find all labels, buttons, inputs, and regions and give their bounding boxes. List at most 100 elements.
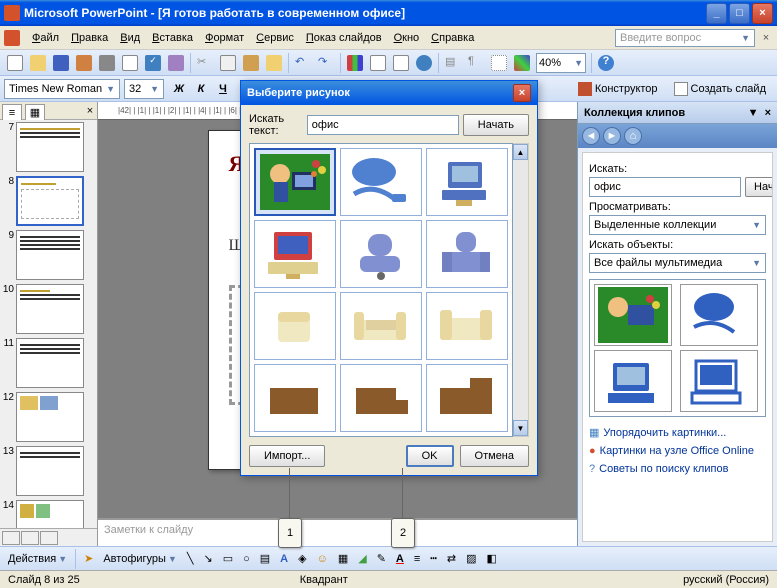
clip-item[interactable]: [254, 148, 336, 216]
cut-button[interactable]: ✂: [194, 52, 216, 74]
undo-button[interactable]: ↶: [292, 52, 314, 74]
zoom-input[interactable]: 40% ▼: [536, 53, 586, 73]
tables-borders-button[interactable]: [390, 52, 412, 74]
slide-list[interactable]: 7 8 9 10 11 12 13 14: [0, 120, 97, 528]
permission-button[interactable]: [73, 52, 95, 74]
scroll-up-button[interactable]: ▲: [513, 144, 528, 160]
dialog-scrollbar[interactable]: ▲ ▼: [513, 143, 529, 437]
home-button[interactable]: ⌂: [624, 127, 642, 145]
clip-item[interactable]: [254, 220, 336, 288]
scroll-down-button[interactable]: ▼: [513, 420, 528, 436]
select-button[interactable]: ➤: [80, 549, 97, 569]
table-button[interactable]: [367, 52, 389, 74]
grid-button[interactable]: [488, 52, 510, 74]
picture-button[interactable]: ▦: [334, 549, 352, 569]
clip-item[interactable]: [340, 148, 422, 216]
forward-button[interactable]: ►: [603, 127, 621, 145]
taskpane-close-button[interactable]: ×: [765, 107, 771, 119]
format-painter-button[interactable]: [263, 52, 285, 74]
clip-thumb[interactable]: [594, 284, 672, 346]
begin-button[interactable]: Начать: [745, 177, 773, 197]
clip-item[interactable]: [254, 292, 336, 360]
cancel-button[interactable]: Отмена: [460, 445, 529, 467]
hyperlink-button[interactable]: [413, 52, 435, 74]
clip-item[interactable]: [340, 220, 422, 288]
textbox-button[interactable]: ▤: [256, 549, 274, 569]
print-button[interactable]: [96, 52, 118, 74]
dialog-search-input[interactable]: [307, 115, 459, 135]
show-formatting-button[interactable]: ¶: [465, 52, 487, 74]
3d-button[interactable]: ◧: [483, 549, 501, 569]
font-size-input[interactable]: 32 ▼: [124, 79, 164, 99]
open-button[interactable]: [27, 52, 49, 74]
close-button[interactable]: ×: [752, 3, 773, 24]
menu-window[interactable]: Окно: [388, 30, 426, 46]
paste-button[interactable]: [240, 52, 262, 74]
menu-format[interactable]: Формат: [199, 30, 250, 46]
slides-tab[interactable]: ▦: [25, 104, 45, 120]
dash-style-button[interactable]: ┅: [426, 549, 441, 569]
line-button[interactable]: ╲: [183, 549, 198, 569]
autoshapes-menu[interactable]: Автофигуры▼: [99, 549, 181, 569]
ok-button[interactable]: OK: [406, 445, 454, 467]
help-button[interactable]: ?: [595, 52, 617, 74]
new-slide-button[interactable]: Создать слайд: [667, 78, 773, 100]
designer-button[interactable]: Конструктор: [571, 78, 665, 100]
rectangle-button[interactable]: ▭: [219, 549, 237, 569]
clip-item[interactable]: [426, 220, 508, 288]
copy-button[interactable]: [217, 52, 239, 74]
fill-color-button[interactable]: ◢: [354, 549, 370, 569]
diagram-button[interactable]: ◈: [294, 549, 310, 569]
panel-close-button[interactable]: ×: [83, 102, 97, 119]
italic-button[interactable]: К: [190, 79, 212, 99]
notes-pane[interactable]: Заметки к слайду: [98, 518, 577, 546]
dialog-begin-button[interactable]: Начать: [463, 114, 529, 136]
expand-button[interactable]: ▤: [442, 52, 464, 74]
clip-item[interactable]: [426, 364, 508, 432]
chevron-down-icon[interactable]: ▼: [748, 107, 759, 119]
menu-edit[interactable]: Правка: [65, 30, 114, 46]
language-status[interactable]: русский (Россия): [683, 574, 769, 586]
objects-select[interactable]: Все файлы мультимедиа ▼: [589, 253, 766, 273]
clip-item[interactable]: [340, 292, 422, 360]
menu-slideshow[interactable]: Показ слайдов: [300, 30, 388, 46]
slideshow-view-button[interactable]: [40, 531, 58, 545]
clip-item[interactable]: [426, 148, 508, 216]
clip-item[interactable]: [426, 292, 508, 360]
organize-link[interactable]: ▦Упорядочить картинки...: [589, 423, 766, 442]
menu-file[interactable]: Файл: [26, 30, 65, 46]
font-name-input[interactable]: Times New Roman ▼: [4, 79, 120, 99]
online-link[interactable]: ●Картинки на узле Office Online: [589, 442, 766, 460]
arrow-style-button[interactable]: ⇄: [443, 549, 460, 569]
import-button[interactable]: Импорт...: [249, 445, 325, 467]
dialog-close-button[interactable]: ×: [513, 84, 531, 102]
outline-tab[interactable]: ≡: [2, 104, 22, 120]
menu-tools[interactable]: Сервис: [250, 30, 300, 46]
search-input[interactable]: [589, 177, 741, 197]
arrow-button[interactable]: ↘: [199, 549, 216, 569]
bold-button[interactable]: Ж: [168, 79, 190, 99]
clip-item[interactable]: [254, 364, 336, 432]
menu-insert[interactable]: Вставка: [146, 30, 199, 46]
dialog-titlebar[interactable]: Выберите рисунок ×: [241, 81, 537, 105]
shadow-button[interactable]: ▨: [462, 549, 480, 569]
research-button[interactable]: [165, 52, 187, 74]
font-color-button[interactable]: A: [392, 549, 408, 569]
browse-select[interactable]: Выделенные коллекции ▼: [589, 215, 766, 235]
menu-view[interactable]: Вид: [114, 30, 146, 46]
help-search-input[interactable]: Введите вопрос ▼: [615, 29, 755, 47]
line-style-button[interactable]: ≡: [410, 549, 424, 569]
document-close-button[interactable]: ×: [759, 31, 773, 45]
normal-view-button[interactable]: [2, 531, 20, 545]
app-menu-icon[interactable]: [4, 30, 20, 46]
back-button[interactable]: ◄: [582, 127, 600, 145]
new-button[interactable]: [4, 52, 26, 74]
chart-button[interactable]: [344, 52, 366, 74]
preview-button[interactable]: [119, 52, 141, 74]
line-color-button[interactable]: ✎: [373, 549, 390, 569]
minimize-button[interactable]: _: [706, 3, 727, 24]
clipart-button[interactable]: ☺: [313, 549, 332, 569]
oval-button[interactable]: ○: [239, 549, 254, 569]
wordart-button[interactable]: A: [276, 549, 292, 569]
save-button[interactable]: [50, 52, 72, 74]
